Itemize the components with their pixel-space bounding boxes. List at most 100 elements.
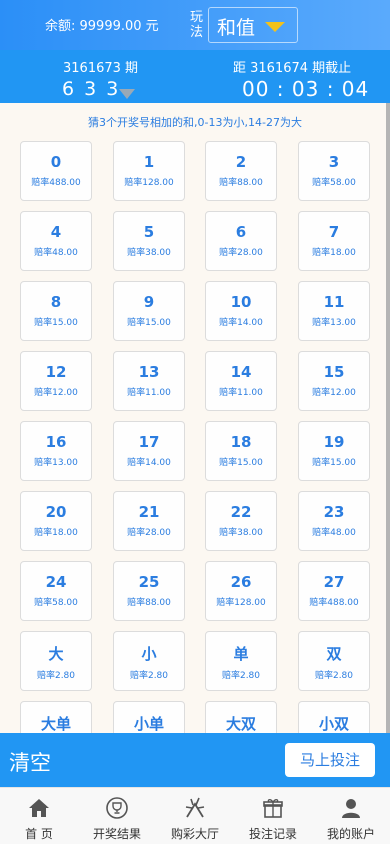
bet-option[interactable]: 3 赔率58.00 [298,141,370,201]
dropdown-arrow-icon [265,22,285,32]
bet-option-odds: 赔率48.00 [34,248,78,258]
bet-option-label: 5 [143,223,155,241]
bet-option-label: 9 [143,293,155,311]
bet-option[interactable]: 0 赔率488.00 [20,141,92,201]
bet-option-odds: 赔率11.00 [127,388,171,398]
gift-icon [263,799,283,818]
tab-home[interactable]: 首 页 [0,788,78,844]
bet-option[interactable]: 22 赔率38.00 [205,491,277,551]
bet-option[interactable]: 13 赔率11.00 [113,351,185,411]
bet-option-odds: 赔率18.00 [34,528,78,538]
bet-option-odds: 赔率2.80 [221,671,261,681]
bet-option-label: 6 [235,223,247,241]
tab-bet-records[interactable]: 投注记录 [234,788,312,844]
bet-option-odds: 赔率48.00 [312,528,356,538]
bet-option[interactable]: 21 赔率28.00 [113,491,185,551]
bet-option[interactable]: 8 赔率15.00 [20,281,92,341]
bet-option[interactable]: 27 赔率488.00 [298,561,370,621]
bet-option-label: 7 [328,223,340,241]
bet-option-odds: 赔率28.00 [219,248,263,258]
lottery-hall-icon [185,797,205,818]
bet-option[interactable]: 7 赔率18.00 [298,211,370,271]
bet-option-label: 21 [138,503,160,521]
bet-option-label: 3 [328,153,340,171]
top-bar: 余额: 99999.00 元 玩法 和值 [0,0,390,50]
bet-option-label: 23 [323,503,345,521]
bet-option-odds: 赔率15.00 [127,318,171,328]
bet-option-label: 20 [45,503,67,521]
current-issue: 3161673 期 [63,61,139,76]
tab-label: 开奖结果 [92,827,141,841]
tab-label: 我的账户 [326,827,375,841]
next-issue: 距 3161674 期截止 [233,61,352,76]
bet-option[interactable]: 26 赔率128.00 [205,561,277,621]
bet-panel: 猜3个开奖号相加的和,0-13为小,14-27为大 0 赔率488.00 1 赔率12… [0,103,390,733]
bet-option[interactable]: 小双 [298,701,370,733]
bet-option-odds: 赔率2.80 [314,671,354,681]
tab-lottery-hall[interactable]: 购彩大厅 [156,788,234,844]
bet-option[interactable]: 大单 [20,701,92,733]
bet-option-odds: 赔率2.80 [36,671,76,681]
bet-option[interactable]: 5 赔率38.00 [113,211,185,271]
bet-option[interactable]: 4 赔率48.00 [20,211,92,271]
play-label: 玩法 [190,10,204,40]
bet-option-odds: 赔率12.00 [312,388,356,398]
bet-option-label: 27 [323,573,345,591]
tab-my-account[interactable]: 我的账户 [312,788,390,844]
play-type-select[interactable]: 和值 [208,7,298,43]
bet-option[interactable]: 大双 [205,701,277,733]
bet-option[interactable]: 9 赔率15.00 [113,281,185,341]
bet-option[interactable]: 10 赔率14.00 [205,281,277,341]
tab-label: 购彩大厅 [170,827,219,841]
bet-option[interactable]: 单赔率2.80 [205,631,277,691]
bet-option[interactable]: 小单 [113,701,185,733]
scrollbar[interactable] [386,103,390,733]
bet-option[interactable]: 1 赔率128.00 [113,141,185,201]
bet-option[interactable]: 14 赔率11.00 [205,351,277,411]
bet-option-label: 双 [326,645,342,663]
bet-option[interactable]: 12 赔率12.00 [20,351,92,411]
bet-option-label: 12 [45,363,67,381]
tab-label: 投注记录 [248,827,297,841]
bet-option[interactable]: 20 赔率18.00 [20,491,92,551]
tab-results[interactable]: 开奖结果 [78,788,156,844]
bet-option-label: 小 [141,645,157,663]
countdown-timer: 00 : 03 : 04 [242,77,370,101]
bet-option[interactable]: 双赔率2.80 [298,631,370,691]
bet-option[interactable]: 11 赔率13.00 [298,281,370,341]
place-bet-button[interactable]: 马上投注 [285,743,375,777]
bet-option[interactable]: 19 赔率15.00 [298,421,370,481]
history-toggle-icon[interactable] [119,89,135,99]
bet-option-odds: 赔率38.00 [219,528,263,538]
bet-option-odds: 赔率128.00 [124,178,174,188]
action-bar: 清空 马上投注 [0,733,390,787]
bet-option-label: 13 [138,363,160,381]
bet-option-odds: 赔率58.00 [312,178,356,188]
bet-option[interactable]: 18 赔率15.00 [205,421,277,481]
bet-option[interactable]: 23 赔率48.00 [298,491,370,551]
bet-option-label: 16 [45,433,67,451]
bet-option-odds: 赔率58.00 [34,598,78,608]
bet-option-odds: 赔率488.00 [31,178,81,188]
bet-option[interactable]: 16 赔率13.00 [20,421,92,481]
bet-option[interactable]: 17 赔率14.00 [113,421,185,481]
bet-option-label: 4 [50,223,62,241]
bet-option-label: 10 [230,293,252,311]
bet-option[interactable]: 6 赔率28.00 [205,211,277,271]
bet-option[interactable]: 大赔率2.80 [20,631,92,691]
bet-option[interactable]: 15 赔率12.00 [298,351,370,411]
clear-button[interactable]: 清空 [9,747,51,777]
bet-option[interactable]: 小赔率2.80 [113,631,185,691]
bet-option[interactable]: 2 赔率88.00 [205,141,277,201]
bet-option-label: 0 [50,153,62,171]
bet-option[interactable]: 24 赔率58.00 [20,561,92,621]
trophy-icon [106,797,128,819]
bet-option-label: 25 [138,573,160,591]
user-icon [342,799,360,818]
bet-option-label: 19 [323,433,345,451]
bet-option-odds: 赔率14.00 [219,318,263,328]
draw-result: 6 3 3 [62,78,121,100]
bet-option-odds: 赔率13.00 [34,458,78,468]
bet-option[interactable]: 25 赔率88.00 [113,561,185,621]
bet-option-label: 1 [143,153,155,171]
